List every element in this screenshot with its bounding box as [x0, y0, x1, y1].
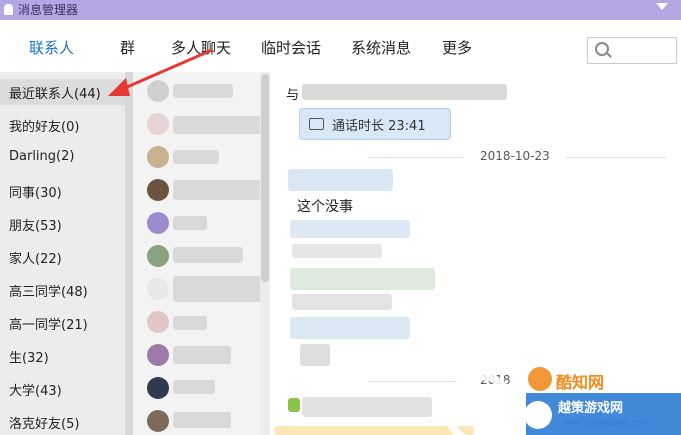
watermark-brand: 酷知网 — [556, 373, 605, 392]
watermark-url: www.yueyangbang.com — [564, 419, 648, 427]
watermark: 酷知网 越策游戏网 www.yueyangbang.com — [430, 357, 681, 435]
watermark-sub: 越策游戏网 — [558, 401, 624, 416]
